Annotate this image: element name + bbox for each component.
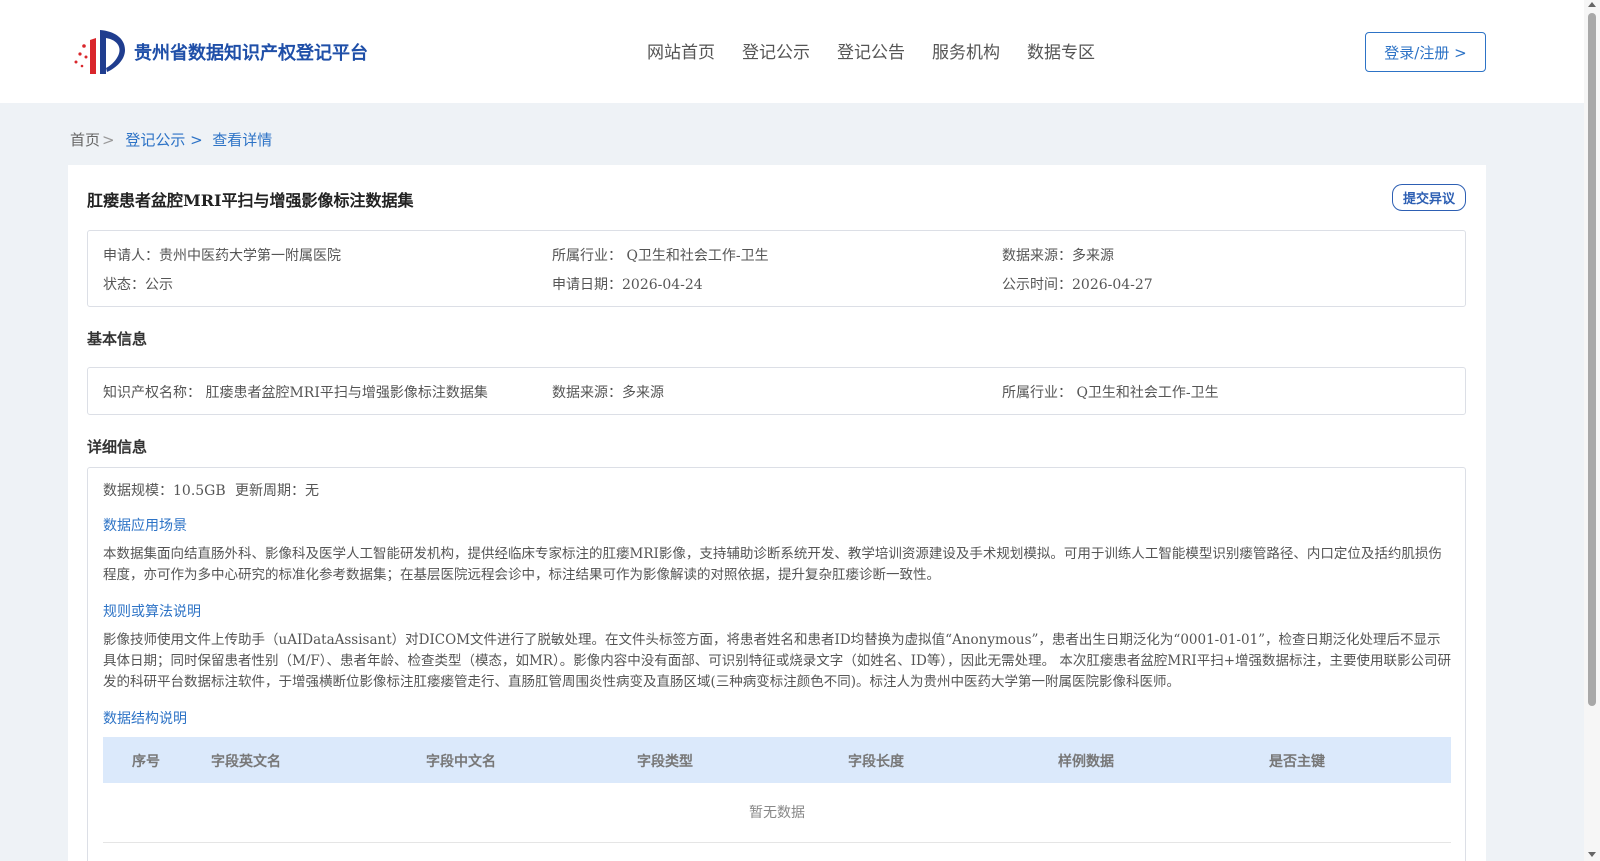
nav-data-zone[interactable]: 数据专区: [1027, 38, 1095, 63]
ip-name-field: 知识产权名称： 肛瘘患者盆腔MRI平扫与增强影像标注数据集: [103, 385, 488, 401]
publish-date-field: 公示时间：2026-04-27: [1002, 277, 1153, 293]
column-header-field-length: 字段长度: [848, 754, 904, 770]
site-header: 贵州省数据知识产权登记平台 网站首页 登记公示 登记公告 服务机构 数据专区 登…: [0, 0, 1584, 103]
scroll-thumb[interactable]: [1588, 13, 1596, 706]
main-nav: 网站首页 登记公示 登记公告 服务机构 数据专区: [647, 38, 1122, 63]
data-scale-field: 数据规模：10.5GB: [103, 483, 226, 499]
column-header-field-cn: 字段中文名: [426, 754, 496, 770]
status-field: 状态：公示: [103, 277, 173, 293]
breadcrumb-view-detail[interactable]: 查看详情: [212, 131, 272, 149]
detail-card: 肛瘘患者盆腔MRI平扫与增强影像标注数据集 提交异议 申请人：贵州中医药大学第一…: [68, 165, 1486, 861]
nav-registration-announcement[interactable]: 登记公告: [837, 38, 905, 63]
logo-emblem-icon: [74, 30, 125, 74]
column-header-primary-key: 是否主键: [1269, 754, 1325, 770]
application-scenario-text: 本数据集面向结直肠外科、影像科及医学人工智能研发机构，提供经临床专家标注的肛瘘M…: [103, 546, 1442, 583]
page-scrollbar[interactable]: [1584, 0, 1600, 861]
summary-panel: 申请人：贵州中医药大学第一附属医院 所属行业： Q卫生和社会工作-卫生 数据来源…: [87, 230, 1466, 307]
breadcrumb: 首页 > 登记公示 > 查看详情: [70, 129, 272, 150]
logo-text: 贵州省数据知识产权登记平台: [134, 43, 368, 64]
industry-field: 所属行业： Q卫生和社会工作-卫生: [552, 248, 769, 264]
submit-objection-button[interactable]: 提交异议: [1392, 184, 1466, 211]
scroll-up-arrow-icon[interactable]: [1588, 2, 1596, 7]
table-empty-state: 暂无数据: [103, 783, 1451, 843]
detail-info-heading: 详细信息: [87, 438, 148, 456]
rules-algorithm-heading: 规则或算法说明: [103, 604, 201, 620]
column-header-field-en: 字段英文名: [211, 754, 281, 770]
page-title: 肛瘘患者盆腔MRI平扫与增强影像标注数据集: [87, 191, 414, 210]
update-cycle-field: 更新周期：无: [235, 483, 319, 499]
data-structure-heading: 数据结构说明: [103, 711, 187, 727]
site-logo[interactable]: 贵州省数据知识产权登记平台: [70, 26, 368, 78]
basic-data-source-field: 数据来源：多来源: [552, 385, 664, 401]
apply-date-field: 申请日期：2026-04-24: [552, 277, 703, 293]
column-header-sample-data: 样例数据: [1058, 754, 1114, 770]
data-structure-table-header: 序号 字段英文名 字段中文名 字段类型 字段长度 样例数据 是否主键: [103, 737, 1451, 783]
breadcrumb-separator: >: [102, 131, 115, 149]
scroll-down-arrow-icon[interactable]: [1588, 852, 1596, 857]
applicant-field: 申请人：贵州中医药大学第一附属医院: [103, 248, 341, 264]
basic-info-heading: 基本信息: [87, 330, 148, 348]
application-scenario-heading: 数据应用场景: [103, 518, 187, 534]
detail-info-panel: 数据规模：10.5GB 更新周期：无 数据应用场景 本数据集面向结直肠外科、影像…: [87, 467, 1466, 861]
basic-info-panel: 知识产权名称： 肛瘘患者盆腔MRI平扫与增强影像标注数据集 数据来源：多来源 所…: [87, 367, 1466, 415]
rules-algorithm-text: 影像技师使用文件上传助手（uAIDataAssisant）对DICOM文件进行了…: [103, 632, 1452, 690]
breadcrumb-home[interactable]: 首页: [70, 131, 100, 149]
nav-registration-publicity[interactable]: 登记公示: [742, 38, 810, 63]
column-header-index: 序号: [132, 754, 160, 770]
nav-service-agencies[interactable]: 服务机构: [932, 38, 1000, 63]
nav-home[interactable]: 网站首页: [647, 38, 715, 63]
login-register-button[interactable]: 登录/注册 >: [1365, 32, 1486, 72]
column-header-field-type: 字段类型: [637, 754, 693, 770]
breadcrumb-registration-publicity[interactable]: 登记公示 >: [125, 131, 202, 149]
basic-industry-field: 所属行业： Q卫生和社会工作-卫生: [1002, 385, 1219, 401]
data-source-field: 数据来源：多来源: [1002, 248, 1114, 264]
